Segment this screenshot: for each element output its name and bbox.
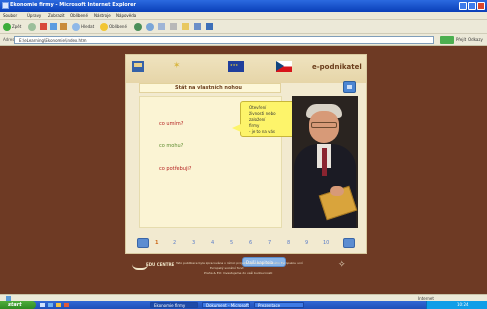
quicklaunch-ie-icon[interactable] bbox=[48, 303, 53, 307]
footer-line-1: Tato publikace byla zpracována v rámci p… bbox=[176, 261, 303, 265]
question-item-2[interactable]: co mohu? bbox=[159, 143, 183, 149]
content-box: co umím? co mohu? co potřebuji? Otevření… bbox=[139, 96, 308, 267]
footer-logo: EDU CENTRE bbox=[132, 260, 174, 272]
czech-flag-icon bbox=[276, 61, 292, 72]
page-number-5[interactable]: 5 bbox=[230, 240, 233, 246]
quicklaunch-media-icon[interactable] bbox=[64, 303, 69, 307]
links-label[interactable]: Odkazy bbox=[468, 37, 483, 42]
photo-tie bbox=[322, 148, 327, 176]
question-item-1[interactable]: co umím? bbox=[159, 121, 183, 127]
clock: 10:24 bbox=[457, 302, 469, 307]
page-number-7[interactable]: 7 bbox=[268, 240, 271, 246]
page-number-3[interactable]: 3 bbox=[192, 240, 195, 246]
menu-edit[interactable]: Úpravy bbox=[27, 13, 41, 18]
favorites-label[interactable]: Oblíbené bbox=[109, 24, 127, 29]
address-bar: Adresa E:\eLearning\Ekonomie\index.htm P… bbox=[0, 34, 487, 46]
page-number-9[interactable]: 9 bbox=[305, 240, 308, 246]
window-title: Ekonomie firmy - Microsoft Internet Expl… bbox=[10, 2, 137, 8]
page-number-1[interactable]: 1 bbox=[155, 240, 158, 246]
system-tray: 10:24 bbox=[426, 301, 487, 309]
word-icon[interactable] bbox=[206, 23, 213, 30]
prev-page-button[interactable] bbox=[137, 238, 149, 248]
star-icon[interactable] bbox=[100, 23, 108, 31]
address-url[interactable]: E:\eLearning\Ekonomie\index.htm bbox=[19, 38, 87, 43]
stop-icon[interactable] bbox=[40, 23, 47, 30]
ie-icon bbox=[2, 2, 9, 9]
task-button-word[interactable]: Dokument - Microsoft bbox=[202, 302, 250, 308]
go-label[interactable]: Přejít bbox=[456, 37, 466, 42]
media-icon[interactable] bbox=[134, 23, 142, 31]
course-logo-icon bbox=[132, 61, 144, 72]
search-label[interactable]: Hledat bbox=[81, 24, 94, 29]
page-number-6[interactable]: 6 bbox=[249, 240, 252, 246]
back-icon[interactable] bbox=[3, 23, 11, 31]
menu-favorites[interactable]: Oblíbené bbox=[70, 13, 88, 18]
home-icon[interactable] bbox=[60, 23, 67, 30]
footer-sparkle-icon: ✧ bbox=[338, 260, 346, 270]
course-panel: ✶ e-podnikatel Stát na vlastních nohou c… bbox=[125, 54, 367, 267]
next-page-button[interactable] bbox=[343, 238, 355, 248]
history-icon[interactable] bbox=[146, 23, 154, 31]
page-number-4[interactable]: 4 bbox=[211, 240, 214, 246]
back-label[interactable]: Zpět bbox=[12, 24, 21, 29]
start-label[interactable]: start bbox=[8, 302, 22, 308]
brand-title: e-podnikatel bbox=[312, 63, 362, 71]
menu-tools[interactable]: Nástroje bbox=[94, 13, 111, 18]
toolbar: Zpět Hledat Oblíbené bbox=[0, 20, 487, 34]
menu-help[interactable]: Nápověda bbox=[116, 13, 136, 18]
address-field[interactable]: E:\eLearning\Ekonomie\index.htm bbox=[14, 36, 434, 44]
close-button[interactable] bbox=[477, 2, 485, 10]
mail-icon[interactable] bbox=[158, 23, 165, 30]
task-label-ie[interactable]: Ekonomie firmy bbox=[154, 303, 185, 308]
lesson-title: Stát na vlastních nohou bbox=[175, 85, 242, 91]
footer-logo-text: EDU CENTRE bbox=[146, 262, 175, 267]
page-navigation: 1 2 3 4 5 6 7 8 9 10 bbox=[137, 238, 359, 248]
bubble-line-4: firmy bbox=[249, 123, 260, 128]
menu-bar: Soubor Úpravy Zobrazit Oblíbené Nástroje… bbox=[0, 12, 487, 20]
maximize-button[interactable] bbox=[468, 2, 476, 10]
page-number-8[interactable]: 8 bbox=[287, 240, 290, 246]
window-titlebar: Ekonomie firmy - Microsoft Internet Expl… bbox=[0, 0, 487, 12]
bubble-line-5: - je to na vás bbox=[249, 129, 276, 134]
bubble-line-2: živnosti nebo bbox=[249, 111, 276, 116]
speech-bubble-tail bbox=[232, 124, 241, 132]
status-bar: Internet bbox=[0, 294, 487, 301]
course-header: ✶ e-podnikatel bbox=[126, 55, 366, 83]
menu-view[interactable]: Zobrazit bbox=[48, 13, 65, 18]
forward-icon[interactable] bbox=[28, 23, 36, 31]
quicklaunch-explorer-icon[interactable] bbox=[56, 303, 61, 307]
refresh-icon[interactable] bbox=[50, 23, 57, 30]
task-button-presentation[interactable]: Prezentace bbox=[254, 302, 304, 308]
menu-file[interactable]: Soubor bbox=[3, 13, 17, 18]
photo-hand bbox=[330, 186, 344, 196]
photo-glasses bbox=[311, 122, 337, 128]
presenter-photo bbox=[292, 96, 358, 228]
search-icon[interactable] bbox=[72, 23, 80, 31]
sparkle-icon: ✶ bbox=[173, 61, 181, 71]
task-label-presentation[interactable]: Prezentace bbox=[258, 303, 280, 308]
task-button-ie[interactable]: Ekonomie firmy bbox=[150, 302, 198, 308]
page-number-10[interactable]: 10 bbox=[323, 240, 329, 246]
folder-icon[interactable] bbox=[182, 23, 189, 30]
minimize-button[interactable] bbox=[459, 2, 467, 10]
bubble-line-3: založení bbox=[249, 117, 266, 122]
eu-flag-icon bbox=[228, 61, 244, 72]
footer-line-3: Praha & EU: Investujeme do vaší budoucno… bbox=[204, 271, 273, 275]
print-icon[interactable] bbox=[170, 23, 177, 30]
start-button[interactable]: start bbox=[0, 301, 36, 309]
go-button[interactable] bbox=[440, 36, 454, 44]
taskbar: start Ekonomie firmy Dokument - Microsof… bbox=[0, 301, 487, 309]
menu-button[interactable] bbox=[343, 81, 356, 93]
footer-line-2: Evropský sociální fond bbox=[210, 266, 244, 270]
page-number-2[interactable]: 2 bbox=[173, 240, 176, 246]
question-item-3[interactable]: co potřebuji? bbox=[159, 166, 191, 172]
page-viewport: ✶ e-podnikatel Stát na vlastních nohou c… bbox=[0, 46, 487, 294]
quicklaunch-desktop-icon[interactable] bbox=[40, 303, 45, 307]
messenger-icon[interactable] bbox=[194, 23, 201, 30]
lesson-title-bar: Stát na vlastních nohou bbox=[139, 83, 281, 93]
task-label-word[interactable]: Dokument - Microsoft bbox=[206, 303, 249, 308]
bubble-line-1: Otevření bbox=[249, 105, 267, 110]
